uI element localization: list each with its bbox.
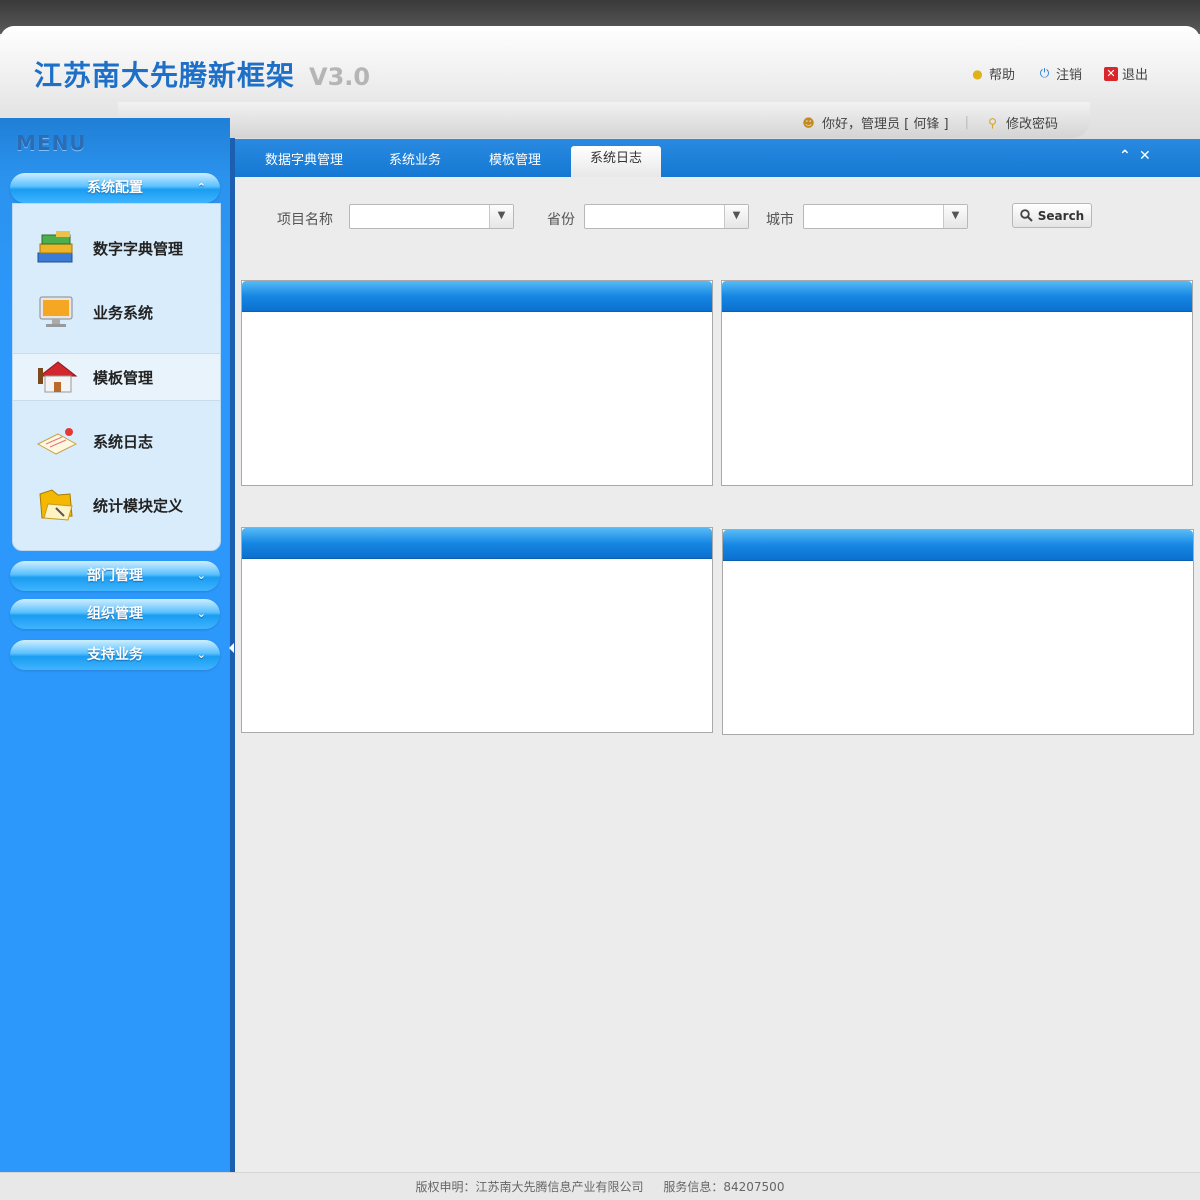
chevron-down-icon: ⌄ bbox=[196, 648, 206, 661]
sidebar-item-label: 模板管理 bbox=[93, 368, 154, 387]
sidebar-edge bbox=[230, 138, 235, 1172]
tab-system-business[interactable]: 系统业务 bbox=[389, 149, 441, 168]
monitor-icon bbox=[35, 292, 79, 332]
search-button[interactable]: Search bbox=[1012, 203, 1092, 228]
sidebar-item-label: 数字字典管理 bbox=[93, 239, 184, 258]
exit-label: 退出 bbox=[1121, 68, 1148, 83]
chevron-down-icon[interactable]: ▼ bbox=[943, 205, 967, 228]
project-name-label: 项目名称 bbox=[277, 212, 333, 228]
city-select[interactable]: ▼ bbox=[803, 204, 968, 229]
app-title: 江苏南大先腾新框架 V3.0 bbox=[34, 54, 370, 94]
chevron-down-icon: ⌄ bbox=[196, 607, 206, 620]
panel-bottom-left bbox=[241, 527, 713, 733]
exit-icon: ✕ bbox=[1103, 66, 1118, 81]
version-label: V3.0 bbox=[309, 63, 371, 91]
change-password-link[interactable]: 修改密码 bbox=[1006, 113, 1058, 132]
menu-group-label: 组织管理 bbox=[87, 606, 143, 622]
chevron-up-icon: ⌃ bbox=[196, 181, 206, 194]
submenu-system-config: 数字字典管理 业务系统 模板管理 系统日志 统计模块定义 bbox=[12, 203, 221, 551]
project-name-input[interactable] bbox=[350, 205, 487, 228]
close-icon[interactable]: ✕ bbox=[1139, 148, 1151, 164]
house-icon bbox=[35, 357, 79, 397]
user-icon: ☻ bbox=[802, 115, 815, 130]
tab-system-log[interactable]: 系统日志 bbox=[571, 146, 661, 177]
collapse-up-icon[interactable]: ⌃ bbox=[1119, 148, 1131, 164]
key-icon: ⚲ bbox=[988, 115, 997, 130]
service-info-text: 服务信息：84207500 bbox=[663, 1180, 785, 1194]
menu-group-organization[interactable]: 组织管理 ⌄ bbox=[10, 599, 220, 629]
folder-icon bbox=[35, 485, 79, 525]
user-greeting: 你好，管理员 [ 何锋 ] bbox=[822, 117, 949, 132]
menu-group-label: 系统配置 bbox=[87, 180, 143, 196]
search-label: Search bbox=[1037, 208, 1085, 223]
collapse-sidebar-handle[interactable] bbox=[229, 643, 234, 653]
menu-title: MENU bbox=[16, 131, 87, 155]
menu-group-label: 部门管理 bbox=[87, 568, 143, 584]
province-input[interactable] bbox=[585, 205, 722, 228]
chevron-down-icon[interactable]: ▼ bbox=[489, 205, 513, 228]
sidebar-item-dictionary[interactable]: 数字字典管理 bbox=[13, 216, 220, 280]
panel-header bbox=[242, 281, 712, 312]
menu-group-label: 支持业务 bbox=[87, 647, 143, 663]
menu-group-support[interactable]: 支持业务 ⌄ bbox=[10, 640, 220, 670]
sidebar-item-label: 统计模块定义 bbox=[93, 496, 184, 515]
sidebar-item-template[interactable]: 模板管理 bbox=[13, 353, 220, 401]
user-info: ☻ 你好，管理员 [ 何锋 ] | ⚲ 修改密码 bbox=[801, 113, 1058, 132]
help-label: 帮助 bbox=[988, 68, 1015, 83]
sidebar-item-statistics-module[interactable]: 统计模块定义 bbox=[13, 473, 220, 537]
panel-header bbox=[242, 528, 712, 559]
city-input[interactable] bbox=[804, 205, 941, 228]
panel-header bbox=[723, 530, 1193, 561]
help-bulb-icon: ● bbox=[972, 66, 983, 81]
logout-label: 注销 bbox=[1055, 68, 1082, 83]
project-name-select[interactable]: ▼ bbox=[349, 204, 514, 229]
books-icon bbox=[35, 228, 79, 268]
panel-top-left bbox=[241, 280, 713, 486]
copyright-text: 版权申明：江苏南大先腾信息产业有限公司 bbox=[415, 1180, 644, 1194]
panel-header bbox=[722, 281, 1192, 312]
notebook-icon bbox=[35, 421, 79, 461]
separator: | bbox=[964, 115, 969, 130]
tab-template[interactable]: 模板管理 bbox=[489, 149, 541, 168]
menu-group-department[interactable]: 部门管理 ⌄ bbox=[10, 561, 220, 591]
sidebar-item-business-system[interactable]: 业务系统 bbox=[13, 280, 220, 344]
panel-top-right bbox=[721, 280, 1193, 486]
help-link[interactable]: ● 帮助 bbox=[970, 64, 1015, 84]
tab-data-dictionary[interactable]: 数据字典管理 bbox=[265, 149, 343, 168]
province-select[interactable]: ▼ bbox=[584, 204, 749, 229]
user-bar: ☻ 你好，管理员 [ 何锋 ] | ⚲ 修改密码 bbox=[118, 102, 1090, 138]
chevron-down-icon[interactable]: ▼ bbox=[724, 205, 748, 228]
logout-link[interactable]: ⏻ 注销 bbox=[1037, 64, 1082, 83]
sidebar-item-system-log[interactable]: 系统日志 bbox=[13, 409, 220, 473]
sidebar-item-label: 系统日志 bbox=[93, 432, 154, 451]
power-icon: ⏻ bbox=[1039, 66, 1050, 80]
province-label: 省份 bbox=[547, 212, 575, 228]
exit-link[interactable]: ✕ 退出 bbox=[1103, 64, 1148, 83]
menu-group-system-config[interactable]: 系统配置 ⌃ bbox=[10, 173, 220, 203]
panel-bottom-right bbox=[722, 529, 1194, 735]
footer: 版权申明：江苏南大先腾信息产业有限公司 服务信息：84207500 bbox=[0, 1172, 1200, 1200]
header-links: ● 帮助 ⏻ 注销 ✕ 退出 bbox=[970, 64, 1148, 83]
city-label: 城市 bbox=[766, 212, 794, 228]
sidebar-item-label: 业务系统 bbox=[93, 303, 154, 322]
tab-bar: 数据字典管理 系统业务 模板管理 系统日志 ⌃ ✕ bbox=[235, 139, 1200, 177]
brand-name: 江苏南大先腾新框架 bbox=[34, 59, 296, 92]
chevron-down-icon: ⌄ bbox=[196, 569, 206, 582]
search-icon bbox=[1020, 209, 1033, 222]
